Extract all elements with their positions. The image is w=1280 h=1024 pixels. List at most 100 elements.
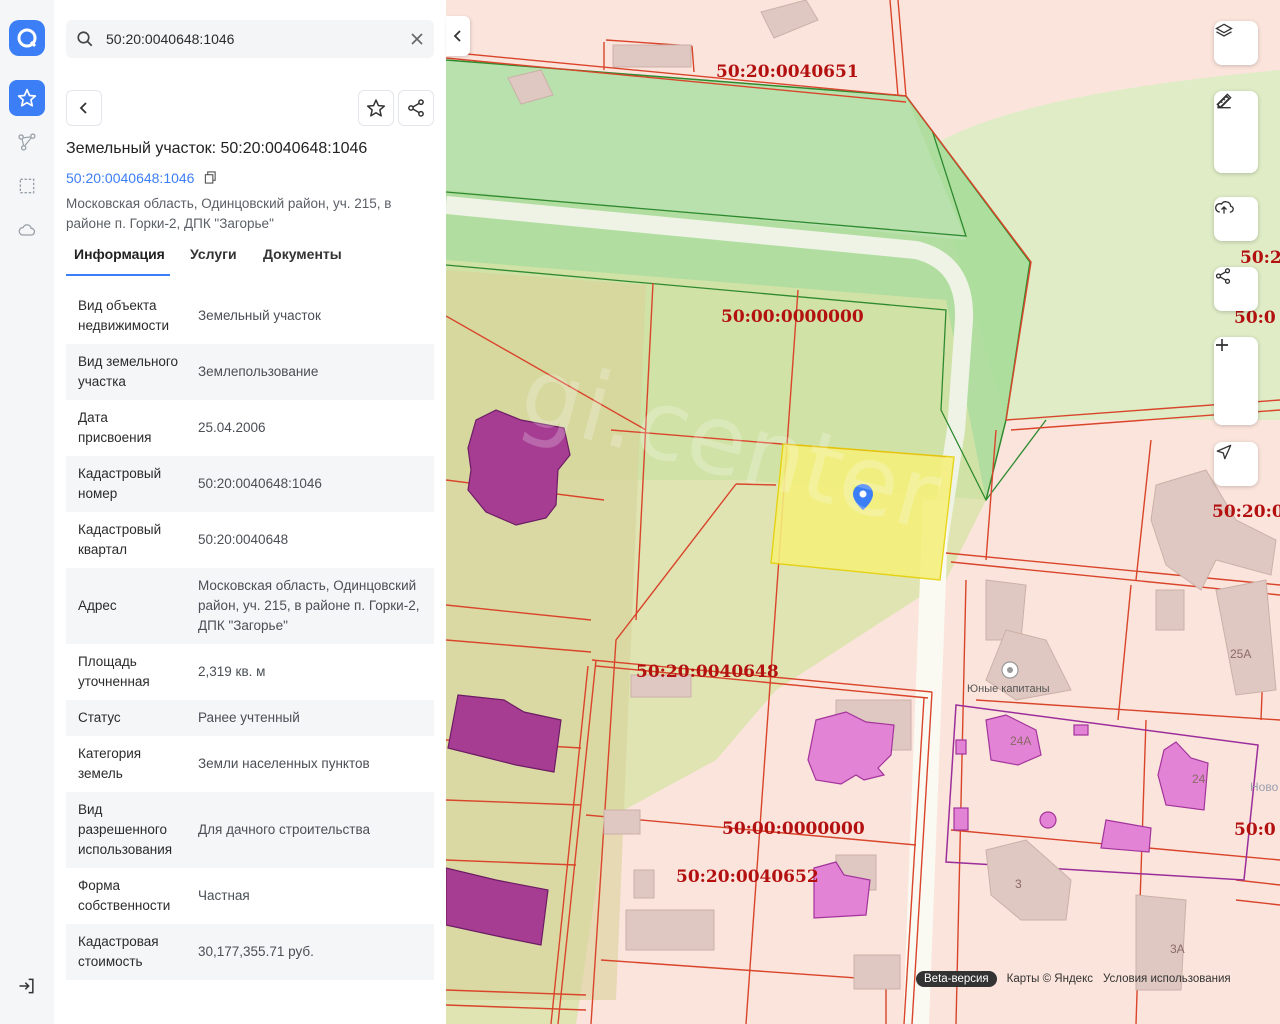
collapse-panel-button[interactable] [446,16,470,56]
cad-number-link[interactable]: 50:20:0040648:1046 [66,170,217,186]
minus-icon [1216,344,1228,346]
info-row: Вид объекта недвижимости Земельный участо… [66,288,434,344]
info-row: Площадь уточненная 2,319 кв. м [66,644,434,700]
info-value: Земли населенных пунктов [198,756,370,771]
info-value: Земельный участок [198,308,321,323]
cloud-upload-icon [1215,201,1234,214]
tab-bar: Информация Услуги Документы [66,246,436,276]
navigation-arrow-icon [1216,444,1232,460]
house-number-24: 24 [1192,772,1206,786]
info-key: Кадастровая стоимость [78,934,159,969]
info-key: Статус [78,710,121,725]
info-value: Ранее учтенный [198,710,300,725]
login-icon[interactable] [9,968,45,1004]
chevron-left-icon [453,30,461,42]
info-key: Площадь уточненная [78,654,150,689]
address-subtitle: Московская область, Одинцовский район, у… [66,196,392,231]
poi-marker-icon [1001,661,1019,679]
info-value: Землепользование [198,364,319,379]
beta-badge: Beta-версия [916,971,997,987]
favorite-button[interactable] [358,90,394,126]
info-key: Дата присвоения [78,410,152,445]
cloud-icon[interactable] [9,212,45,248]
info-key: Адрес [78,598,117,613]
info-row: Вид земельного участка Землепользование [66,344,434,400]
tab-documents[interactable]: Документы [263,246,342,262]
favorites-star-icon[interactable] [9,80,45,116]
info-row: Статус Ранее учтенный [66,700,434,736]
tab-services[interactable]: Услуги [190,246,237,262]
active-tab-indicator [66,274,170,276]
info-row: Кадастровая стоимость 30,177,355.71 руб. [66,924,434,980]
upload-button[interactable] [1214,197,1258,241]
info-row: Кадастровый квартал 50:20:0040648 [66,512,434,568]
map-share-button[interactable] [1214,267,1258,311]
map-label-edge-4: 50:0 [1234,820,1276,840]
cad-number-text[interactable]: 50:20:0040648:1046 [66,170,194,186]
chevron-left-icon [79,102,87,114]
info-value: 25.04.2006 [198,420,266,435]
map-label-quarter-0652: 50:20:0040652 [676,867,819,887]
map-label-edge-2: 50:0 [1234,308,1276,328]
map-view[interactable]: gi.center 50:20:0040651 50:00:0000000 50… [446,0,1280,1024]
share-icon [1215,268,1231,284]
zoom-out-button[interactable] [1214,344,1258,425]
search-icon [76,30,94,53]
route-icon[interactable] [9,124,45,160]
info-value: Частная [198,888,250,903]
edit-button[interactable] [1214,95,1258,173]
star-icon [366,99,386,117]
info-value: Для дачного строительства [198,822,371,837]
tab-information[interactable]: Информация [74,246,165,262]
zoom-control [1214,337,1258,425]
maps-copyright-link[interactable]: Карты © Яндекс [1007,973,1093,985]
map-label-zone-2: 50:00:0000000 [722,819,865,839]
house-number-3: 3 [1015,877,1022,891]
layers-control[interactable] [1214,21,1258,65]
house-number-25a: 25А [1230,647,1251,661]
info-row: Кадастровый номер 50:20:0040648:1046 [66,456,434,512]
info-key: Вид разрешенного использования [78,802,173,857]
page-title: Земельный участок: 50:20:0040648:1046 [66,140,368,157]
map-attribution: Beta-версия Карты © Яндекс Условия испол… [916,970,1241,988]
search-box[interactable]: 50:20:0040648:1046 [66,20,434,58]
tools-control [1214,91,1258,173]
copy-icon[interactable] [204,171,217,184]
info-value: 30,177,355.71 руб. [198,944,314,959]
left-rail [0,0,55,1024]
share-button[interactable] [398,90,434,126]
info-row: Адрес Московская область, Одинцовский рай… [66,568,434,644]
info-row: Форма собственности Частная [66,868,434,924]
map-canvas: gi.center 50:20:0040651 50:00:0000000 50… [446,0,1280,1024]
info-panel: 50:20:0040648:1046 Земельный участок: 50… [54,0,447,1024]
back-button[interactable] [66,90,102,126]
street-label: Ново [1250,780,1279,794]
info-row: Дата присвоения 25.04.2006 [66,400,434,456]
map-label-edge-3: 50:20:0 [1212,502,1280,522]
info-value: 50:20:0040648 [198,532,289,547]
info-row: Вид разрешенного использования Для дачног… [66,792,434,868]
info-value: Московская область, Одинцовский район, у… [198,578,420,633]
house-number-24a: 24А [1010,734,1031,748]
info-key: Кадастровый квартал [78,522,162,557]
info-key: Вид объекта недвижимости [78,298,170,333]
info-key: Вид земельного участка [78,354,179,389]
info-table: Вид объекта недвижимости Земельный участо… [66,288,434,980]
area-select-icon[interactable] [9,168,45,204]
layers-icon [1215,23,1233,37]
map-label-zone-1: 50:00:0000000 [721,307,864,327]
info-key: Форма собственности [78,878,171,913]
clear-icon[interactable] [410,32,424,51]
terms-link[interactable]: Условия использования [1103,973,1231,985]
share-icon [408,99,424,117]
map-label-quarter-0648: 50:20:0040648 [636,662,779,682]
info-value: 2,319 кв. м [198,664,266,679]
geolocate-button[interactable] [1214,442,1258,486]
info-value: 50:20:0040648:1046 [198,476,322,491]
house-number-3a: 3А [1170,942,1185,956]
app-logo-icon[interactable] [9,20,45,56]
map-label-edge-1: 50:2 [1240,248,1280,268]
search-input[interactable]: 50:20:0040648:1046 [106,31,234,47]
info-key: Категория земель [78,746,142,781]
info-key: Кадастровый номер [78,466,162,501]
